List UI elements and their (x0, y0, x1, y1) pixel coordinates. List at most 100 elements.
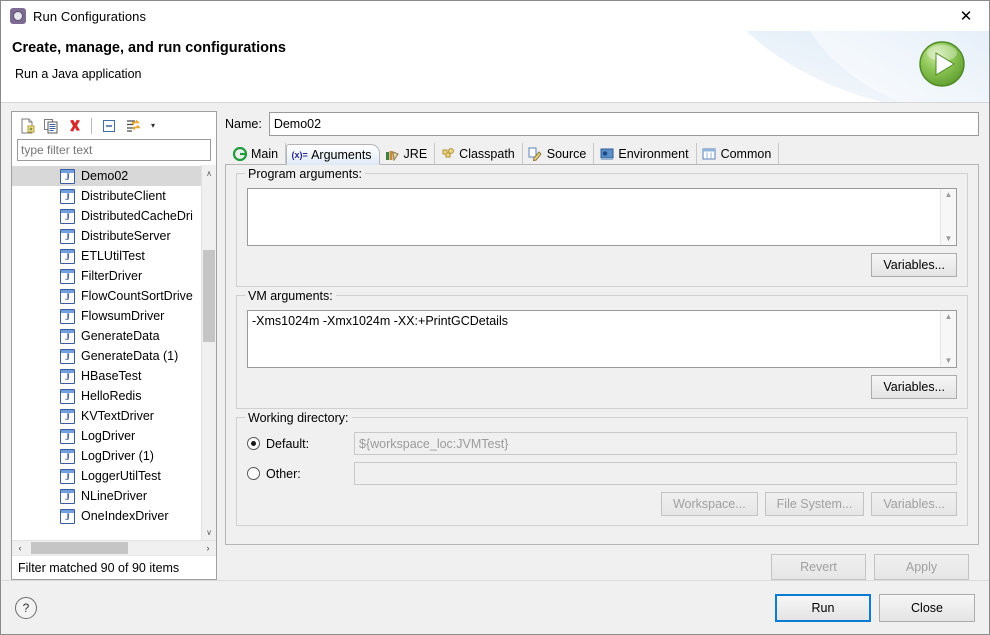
tree-item[interactable]: LoggerUtilTest (12, 466, 201, 486)
tab-label: Source (546, 146, 587, 161)
filter-status-text: Filter matched 90 of 90 items (12, 555, 216, 579)
tree-item[interactable]: NLineDriver (12, 486, 201, 506)
scroll-right-icon[interactable]: › (200, 541, 216, 556)
program-arguments-field[interactable]: ▲ ▼ (247, 188, 957, 246)
working-directory-buttons: Workspace... File System... Variables... (247, 492, 957, 516)
scroll-down-icon[interactable]: ∨ (202, 524, 217, 540)
filter-configurations-icon[interactable] (122, 115, 143, 136)
java-class-icon (60, 508, 75, 524)
vm-arguments-variables-button[interactable]: Variables... (871, 375, 957, 399)
apply-button[interactable]: Apply (874, 554, 969, 580)
arguments-variable-icon: (x)= (291, 149, 308, 160)
tree-horizontal-scrollbar[interactable]: ‹ › (12, 540, 216, 555)
help-icon[interactable]: ? (15, 596, 37, 619)
tree-item[interactable]: HelloRedis (12, 386, 201, 406)
tree-item-label: FlowsumDriver (81, 309, 165, 323)
tree-item-label: FlowCountSortDrive (81, 289, 193, 303)
working-directory-default-row: Default: (247, 432, 957, 455)
scroll-down-icon[interactable]: ▼ (945, 357, 953, 365)
tree-item-label: GenerateData (81, 329, 160, 343)
java-class-icon (60, 288, 75, 304)
tree-vertical-scrollbar[interactable]: ∧ ∨ (201, 165, 216, 540)
tree-item[interactable]: FlowCountSortDrive (12, 286, 201, 306)
working-directory-other-row: Other: (247, 462, 957, 485)
other-directory-input[interactable] (354, 462, 957, 485)
tab-jre[interactable]: JRE (380, 143, 436, 164)
tree-item[interactable]: ETLUtilTest (12, 246, 201, 266)
tab-arguments[interactable]: (x)= Arguments (286, 144, 380, 165)
tab-source[interactable]: Source (523, 143, 595, 164)
main-green-circle-icon (232, 146, 247, 161)
common-window-icon (702, 146, 717, 161)
name-input[interactable] (268, 112, 979, 136)
wd-workspace-button[interactable]: Workspace... (660, 492, 758, 516)
tree-item-label: DistributedCacheDri (81, 209, 193, 223)
close-icon[interactable]: ✕ (943, 1, 989, 31)
close-button[interactable]: Close (879, 593, 975, 622)
tree-item[interactable]: HBaseTest (12, 366, 201, 386)
program-arguments-group: Program arguments: ▲ ▼ Variables... (236, 167, 968, 287)
tree-item[interactable]: GenerateData (12, 326, 201, 346)
program-arguments-input[interactable] (248, 189, 940, 245)
default-directory-input[interactable] (354, 432, 957, 455)
revert-apply-row: Revert Apply (225, 545, 979, 580)
working-directory-group: Working directory: Default: Other: Works… (236, 411, 968, 526)
tab-environment[interactable]: Environment (594, 143, 697, 164)
tab-label: JRE (403, 146, 428, 161)
scroll-up-icon[interactable]: ∧ (202, 165, 217, 181)
scroll-up-icon[interactable]: ▲ (945, 313, 953, 321)
java-class-icon (60, 408, 75, 424)
tree-item[interactable]: Demo02 (12, 166, 201, 186)
vm-arguments-input[interactable] (248, 311, 940, 367)
other-radio[interactable] (247, 467, 260, 480)
scroll-down-icon[interactable]: ▼ (945, 235, 953, 243)
tree-item[interactable]: KVTextDriver (12, 406, 201, 426)
tree-item-label: GenerateData (1) (81, 349, 179, 363)
name-row: Name: (225, 111, 979, 137)
java-class-icon (60, 228, 75, 244)
configurations-tree-list[interactable]: Demo02 DistributeClient DistributedCacheDr… (12, 165, 201, 540)
vm-arguments-scrollbar[interactable]: ▲ ▼ (940, 311, 956, 367)
tree-item[interactable]: LogDriver (1) (12, 446, 201, 466)
tab-bar: Main (x)= Arguments JRE Classpath Source Envir… (225, 143, 979, 165)
tab-common[interactable]: Common (697, 143, 780, 164)
filter-input[interactable] (17, 139, 211, 161)
program-arguments-label: Program arguments: (245, 167, 365, 181)
vm-arguments-field[interactable]: ▲ ▼ (247, 310, 957, 368)
tree-item[interactable]: FilterDriver (12, 266, 201, 286)
tree-item-label: DistributeServer (81, 229, 171, 243)
revert-button[interactable]: Revert (771, 554, 866, 580)
toolbar-separator (91, 117, 92, 134)
tree-item[interactable]: GenerateData (1) (12, 346, 201, 366)
tab-label: Arguments (311, 147, 372, 162)
tab-main[interactable]: Main (227, 143, 287, 164)
tree-item[interactable]: DistributeClient (12, 186, 201, 206)
java-class-icon (60, 248, 75, 264)
tree-item-label: HelloRedis (81, 389, 142, 403)
tab-label: Main (251, 146, 279, 161)
run-button[interactable]: Run (775, 593, 871, 622)
java-class-icon (60, 348, 75, 364)
tree-vscroll-thumb[interactable] (202, 249, 215, 343)
run-configurations-dialog: Run Configurations ✕ Create, manage, and… (0, 0, 990, 635)
tab-classpath[interactable]: Classpath (435, 143, 523, 164)
tree-item-label: ETLUtilTest (81, 249, 145, 263)
tree-item[interactable]: FlowsumDriver (12, 306, 201, 326)
tree-item[interactable]: DistributeServer (12, 226, 201, 246)
collapse-all-icon[interactable] (98, 115, 119, 136)
wd-filesystem-button[interactable]: File System... (764, 492, 865, 516)
tree-item[interactable]: LogDriver (12, 426, 201, 446)
delete-configuration-icon[interactable] (64, 115, 85, 136)
tree-item[interactable]: OneIndexDriver (12, 506, 201, 526)
program-arguments-variables-button[interactable]: Variables... (871, 253, 957, 277)
duplicate-configuration-icon[interactable] (40, 115, 61, 136)
tree-hscroll-thumb[interactable] (31, 541, 128, 554)
scroll-up-icon[interactable]: ▲ (945, 191, 953, 199)
wd-variables-button[interactable]: Variables... (871, 492, 957, 516)
chevron-down-icon[interactable]: ▾ (146, 115, 160, 136)
scroll-left-icon[interactable]: ‹ (12, 541, 28, 556)
program-arguments-scrollbar[interactable]: ▲ ▼ (940, 189, 956, 245)
new-configuration-icon[interactable] (16, 115, 37, 136)
default-radio[interactable] (247, 437, 260, 450)
tree-item[interactable]: DistributedCacheDri (12, 206, 201, 226)
